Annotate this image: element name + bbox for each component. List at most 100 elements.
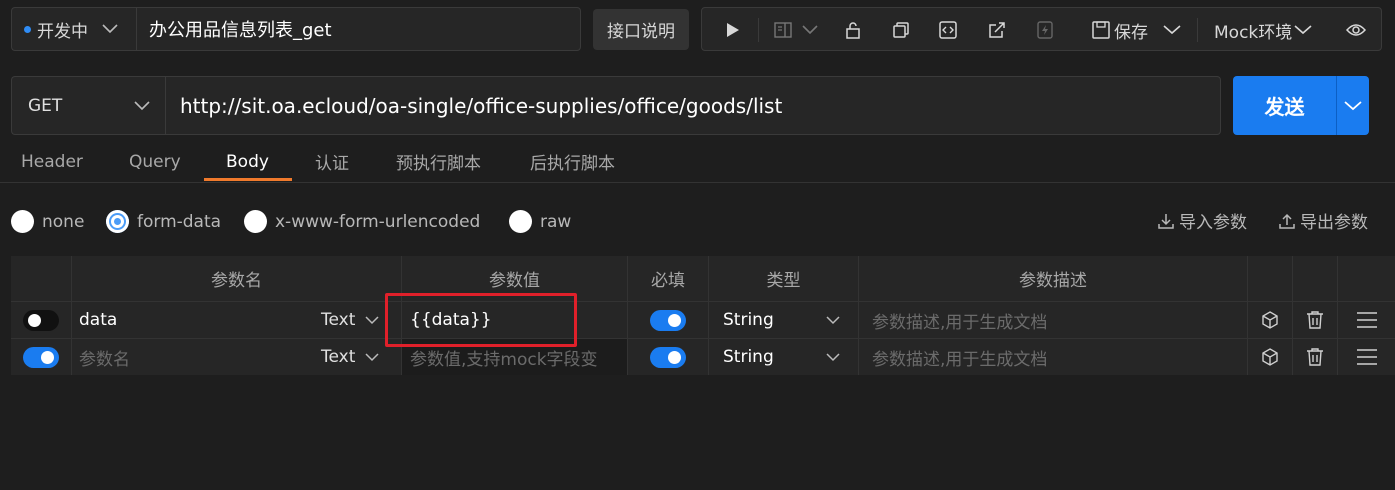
row-enable-toggle[interactable] bbox=[11, 339, 72, 375]
radio-label: raw bbox=[540, 211, 572, 232]
chevron-down-icon bbox=[365, 315, 379, 325]
type-label: String bbox=[723, 310, 774, 330]
delete-button[interactable] bbox=[1293, 339, 1338, 375]
chevron-down-icon bbox=[826, 316, 840, 325]
save-label: 保存 bbox=[1114, 22, 1148, 43]
env-select[interactable]: Mock环境 bbox=[1214, 8, 1324, 52]
radio-none[interactable]: none bbox=[11, 210, 84, 233]
method-label: GET bbox=[28, 95, 63, 116]
value-type-select[interactable]: Text bbox=[321, 310, 379, 330]
mock-button[interactable] bbox=[1248, 339, 1293, 375]
save-icon bbox=[1092, 21, 1110, 39]
tab-pre-script[interactable]: 预执行脚本 bbox=[396, 140, 481, 183]
api-name-value: 办公用品信息列表_get bbox=[149, 20, 332, 41]
description-input[interactable]: 参数描述,用于生成文档 bbox=[859, 302, 1248, 338]
active-tab-indicator bbox=[204, 178, 292, 181]
radio-circle bbox=[509, 210, 532, 233]
import-params-button[interactable]: 导入参数 bbox=[1157, 208, 1247, 233]
lock-button[interactable] bbox=[842, 8, 864, 52]
method-select[interactable]: GET bbox=[11, 76, 166, 135]
chevron-down-icon bbox=[1294, 25, 1312, 35]
row-enable-toggle[interactable] bbox=[11, 302, 72, 338]
status-dot bbox=[24, 25, 31, 33]
header-toggle-col bbox=[11, 256, 72, 301]
header-description: 参数描述 bbox=[859, 256, 1248, 301]
export-params-button[interactable]: 导出参数 bbox=[1278, 208, 1368, 233]
param-name-input[interactable]: data Text bbox=[72, 302, 402, 338]
value-type-label: Text bbox=[321, 347, 356, 367]
required-toggle[interactable] bbox=[628, 302, 709, 338]
header-type: 类型 bbox=[709, 256, 859, 301]
radio-raw[interactable]: raw bbox=[509, 210, 571, 233]
radio-x-www-form-urlencoded[interactable]: x-www-form-urlencoded bbox=[244, 210, 480, 233]
tab-header[interactable]: Header bbox=[21, 140, 83, 183]
tab-label: 认证 bbox=[315, 154, 349, 174]
header-action-col bbox=[1338, 256, 1395, 301]
chevron-down-icon bbox=[365, 352, 379, 362]
drag-handle[interactable] bbox=[1338, 339, 1395, 375]
description-placeholder: 参数描述,用于生成文档 bbox=[872, 312, 1048, 333]
header-param-value: 参数值 bbox=[402, 256, 628, 301]
status-select[interactable]: 开发中 bbox=[11, 7, 137, 51]
mock-button[interactable] bbox=[1248, 302, 1293, 338]
layout-button[interactable] bbox=[768, 8, 824, 52]
preview-button[interactable] bbox=[1344, 8, 1368, 52]
env-label: Mock环境 bbox=[1214, 22, 1293, 43]
header-label: 参数描述 bbox=[1019, 271, 1087, 291]
header-label: 类型 bbox=[766, 271, 801, 291]
toggle-on bbox=[23, 346, 59, 368]
value-type-select[interactable]: Text bbox=[321, 347, 379, 367]
description-input[interactable]: 参数描述,用于生成文档 bbox=[859, 339, 1248, 375]
header-param-name: 参数名 bbox=[72, 256, 402, 301]
copy-button[interactable] bbox=[890, 8, 912, 52]
send-options-button[interactable] bbox=[1336, 76, 1369, 135]
type-select[interactable]: String bbox=[709, 339, 859, 375]
play-icon bbox=[726, 22, 740, 38]
delete-button[interactable] bbox=[1293, 302, 1338, 338]
chevron-down-icon bbox=[826, 353, 840, 362]
api-doc-button[interactable]: 接口说明 bbox=[593, 9, 689, 50]
param-name-value: data bbox=[79, 310, 118, 330]
header-action-col bbox=[1293, 256, 1338, 301]
param-value: {{data}} bbox=[410, 310, 492, 330]
radio-form-data[interactable]: form-data bbox=[106, 210, 221, 233]
toggle-on bbox=[650, 309, 686, 331]
save-button[interactable]: 保存 bbox=[1078, 8, 1162, 52]
tab-body[interactable]: Body bbox=[226, 140, 269, 183]
send-button[interactable]: 发送 bbox=[1233, 76, 1336, 135]
trash-icon bbox=[1306, 347, 1324, 367]
table-row: data Text {{data}} String 参数描述,用于生成文档 bbox=[11, 301, 1395, 338]
radio-label: x-www-form-urlencoded bbox=[275, 211, 481, 232]
param-value-input[interactable]: {{data}} bbox=[402, 302, 628, 338]
tab-label: Header bbox=[21, 151, 83, 172]
menu-icon bbox=[1356, 349, 1378, 365]
tab-label: 预执行脚本 bbox=[396, 154, 481, 174]
type-select[interactable]: String bbox=[709, 302, 859, 338]
param-value-input[interactable]: 参数值,支持mock字段变 bbox=[402, 339, 628, 375]
required-toggle[interactable] bbox=[628, 339, 709, 375]
param-name-input[interactable]: 参数名 Text bbox=[72, 339, 402, 375]
cube-icon bbox=[1260, 310, 1280, 330]
chevron-down-icon bbox=[802, 25, 818, 35]
radio-label: form-data bbox=[137, 211, 222, 232]
toggle-on bbox=[650, 346, 686, 368]
header-label: 参数值 bbox=[489, 271, 540, 291]
table-header: 参数名 参数值 必填 类型 参数描述 bbox=[11, 256, 1395, 301]
tab-auth[interactable]: 认证 bbox=[315, 140, 349, 183]
flash-button[interactable] bbox=[1034, 8, 1056, 52]
tab-post-script[interactable]: 后执行脚本 bbox=[530, 140, 615, 183]
save-options-button[interactable] bbox=[1162, 8, 1182, 52]
url-input[interactable]: http://sit.oa.ecloud/oa-single/office-su… bbox=[165, 76, 1221, 135]
api-name-input[interactable]: 办公用品信息列表_get bbox=[136, 7, 581, 51]
code-icon bbox=[939, 21, 957, 39]
share-button[interactable] bbox=[986, 8, 1008, 52]
param-name-placeholder: 参数名 bbox=[79, 349, 130, 370]
run-button[interactable] bbox=[720, 8, 746, 52]
download-icon bbox=[1157, 212, 1175, 230]
drag-handle[interactable] bbox=[1338, 302, 1395, 338]
value-type-label: Text bbox=[321, 310, 356, 330]
send-label: 发送 bbox=[1264, 95, 1305, 119]
code-button[interactable] bbox=[937, 8, 959, 52]
tab-label: 后执行脚本 bbox=[530, 154, 615, 174]
tab-query[interactable]: Query bbox=[129, 140, 181, 183]
